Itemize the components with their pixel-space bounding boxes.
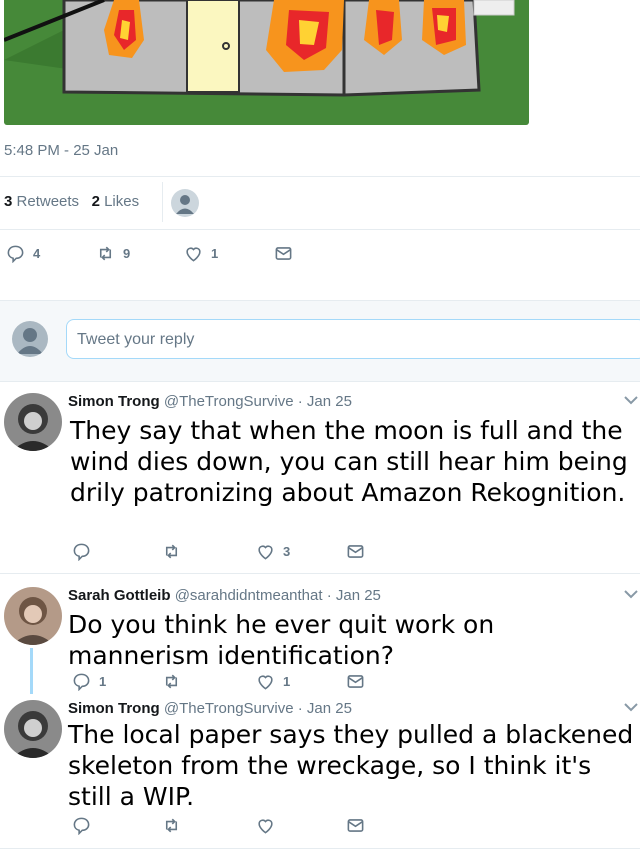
reply-icon: [73, 673, 90, 691]
tweet-action-bar: 1 1: [72, 672, 365, 691]
tweet-text: Do you think he ever quit work on manner…: [68, 610, 495, 670]
reply-count: 1: [99, 674, 107, 689]
default-avatar-icon: [176, 195, 194, 214]
reply-button[interactable]: 1: [72, 672, 162, 691]
retweet-button[interactable]: [162, 672, 256, 691]
retweet-icon: [165, 674, 178, 689]
tweet-text: The local paper says they pulled a black…: [68, 720, 634, 811]
likes-stat[interactable]: 2 Likes: [92, 193, 140, 210]
tweet-date[interactable]: · Jan 25: [298, 393, 352, 410]
tweet-action-bar: 4 9 1: [6, 244, 293, 263]
retweet-count: 9: [123, 246, 131, 261]
reply-icon: [73, 543, 90, 561]
liker-avatar[interactable]: [171, 189, 199, 217]
burning-house-drawing: [4, 0, 529, 125]
reply-icon: [73, 817, 90, 835]
likes-label: Likes: [104, 193, 140, 210]
like-icon: [186, 247, 201, 262]
divider: [0, 848, 640, 849]
reply-icon: [7, 245, 24, 263]
tweet-text: They say that when the moon is full and …: [70, 416, 628, 507]
divider: [0, 573, 640, 574]
tweet-header: Simon Trong @TheTrongSurvive · Jan 25: [68, 393, 352, 410]
author-name[interactable]: Simon Trong: [68, 393, 160, 410]
tweet-media-image[interactable]: [4, 0, 529, 125]
thread-connector-line: [30, 648, 33, 694]
tweet-stats: 3 Retweets 2 Likes: [4, 193, 139, 210]
tweet-reply-input[interactable]: Tweet your reply: [66, 319, 640, 359]
tweet-timestamp[interactable]: 5:48 PM - 25 Jan: [4, 142, 118, 159]
chevron-down-icon[interactable]: [624, 587, 638, 602]
avatar[interactable]: [4, 587, 62, 645]
direct-message-button[interactable]: [346, 542, 365, 561]
retweet-icon: [165, 544, 178, 559]
message-icon: [347, 675, 364, 688]
reply-button[interactable]: [72, 542, 162, 561]
retweets-stat[interactable]: 3 Retweets: [4, 193, 79, 210]
like-button[interactable]: 1: [184, 244, 274, 263]
tweet-date[interactable]: · Jan 25: [327, 587, 381, 604]
divider: [0, 176, 640, 177]
retweet-icon: [99, 246, 112, 261]
retweet-icon: [165, 818, 178, 833]
like-button[interactable]: [256, 816, 346, 835]
tweet-date[interactable]: · Jan 25: [298, 700, 352, 717]
retweet-button[interactable]: [162, 816, 256, 835]
like-button[interactable]: 3: [256, 542, 346, 561]
author-name[interactable]: Simon Trong: [68, 700, 160, 717]
like-button[interactable]: 1: [256, 672, 346, 691]
author-handle[interactable]: @TheTrongSurvive: [164, 700, 294, 717]
divider: [0, 229, 640, 230]
reply-button[interactable]: [72, 816, 162, 835]
like-icon: [258, 545, 273, 560]
like-icon: [258, 819, 273, 834]
author-handle[interactable]: @TheTrongSurvive: [164, 393, 294, 410]
avatar[interactable]: [4, 700, 62, 758]
direct-message-button[interactable]: [274, 244, 293, 263]
tweet-header: Sarah Gottleib @sarahdidntmeanthat · Jan…: [68, 587, 381, 604]
retweet-button[interactable]: 9: [96, 244, 184, 263]
likes-count: 2: [91, 193, 100, 210]
retweet-button[interactable]: [162, 542, 256, 561]
like-icon: [258, 675, 273, 690]
avatar-image: [4, 587, 62, 645]
retweets-label: Retweets: [16, 193, 80, 210]
tweet-action-bar: 3: [72, 542, 365, 561]
retweets-count: 3: [4, 193, 13, 210]
like-count: 1: [283, 674, 291, 689]
divider: [162, 182, 163, 222]
avatar-image: [4, 393, 62, 451]
message-icon: [275, 247, 292, 260]
avatar[interactable]: [4, 393, 62, 451]
default-avatar-icon: [17, 328, 43, 354]
direct-message-button[interactable]: [346, 816, 365, 835]
direct-message-button[interactable]: [346, 672, 365, 691]
message-icon: [347, 819, 364, 832]
chevron-down-icon[interactable]: [624, 700, 638, 715]
tweet-header: Simon Trong @TheTrongSurvive · Jan 25: [68, 700, 352, 717]
author-name[interactable]: Sarah Gottleib: [68, 587, 171, 604]
tweet-action-bar: [72, 816, 365, 835]
author-handle[interactable]: @sarahdidntmeanthat: [175, 587, 323, 604]
avatar-image: [4, 700, 62, 758]
message-icon: [347, 545, 364, 558]
reply-count: 4: [33, 246, 41, 261]
user-avatar: [12, 321, 48, 357]
like-count: 3: [283, 544, 291, 559]
reply-button[interactable]: 4: [6, 244, 96, 263]
chevron-down-icon[interactable]: [624, 393, 638, 408]
like-count: 1: [211, 246, 219, 261]
